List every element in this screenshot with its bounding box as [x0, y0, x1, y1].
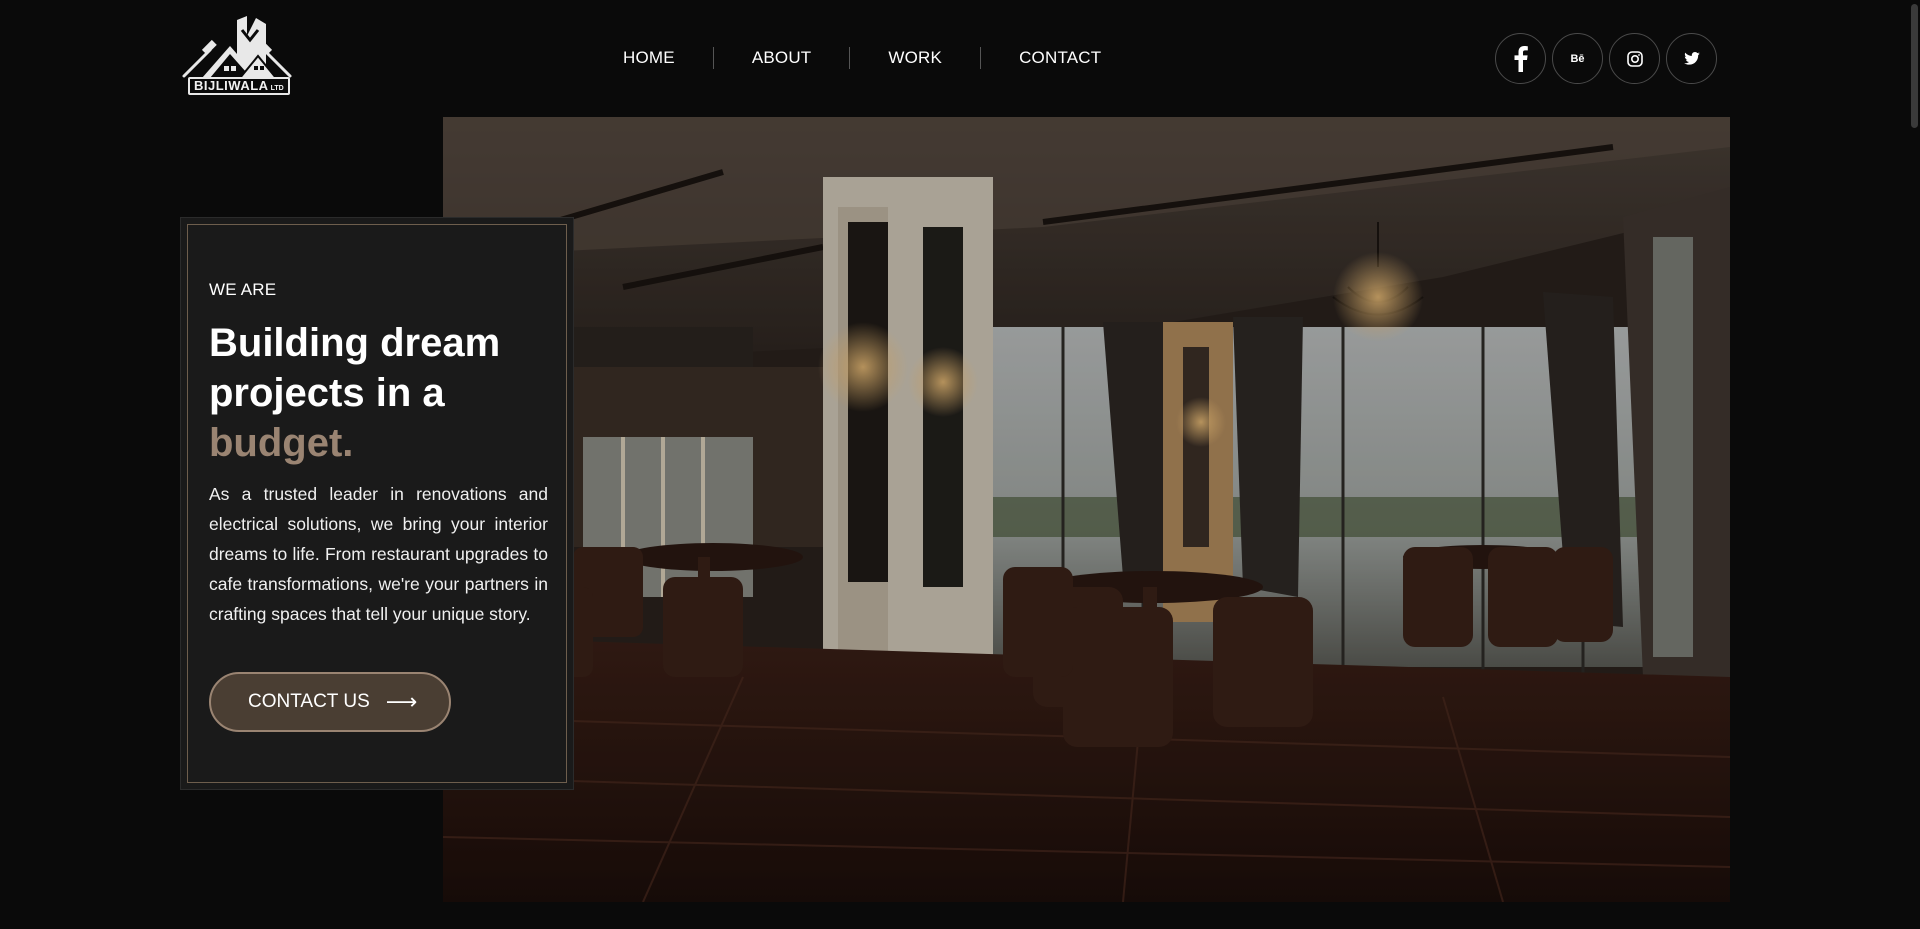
nav-divider: [849, 47, 851, 69]
twitter-icon: [1683, 52, 1700, 65]
scrollbar-thumb[interactable]: [1911, 4, 1918, 128]
instagram-icon: [1626, 50, 1643, 67]
nav-contact[interactable]: CONTACT: [1019, 48, 1101, 68]
instagram-link[interactable]: [1609, 33, 1660, 84]
contact-us-button[interactable]: CONTACT US ⟶: [209, 672, 451, 732]
brand-name: BIJLIWALA: [194, 78, 269, 93]
contact-us-label: CONTACT US: [248, 691, 370, 712]
brand-suffix: LTD: [270, 85, 284, 92]
page-scrollbar[interactable]: [1909, 0, 1920, 929]
main-nav: HOME ABOUT WORK CONTACT: [623, 44, 1101, 72]
social-links: Bē: [1495, 33, 1717, 84]
brand-wordmark: BIJLIWALA LTD: [188, 77, 290, 95]
hero-title-line2: projects in a: [209, 371, 445, 415]
nav-about[interactable]: ABOUT: [752, 48, 812, 68]
twitter-link[interactable]: [1666, 33, 1717, 84]
behance-icon: Bē: [1570, 52, 1585, 65]
nav-home[interactable]: HOME: [623, 48, 675, 68]
hero-title-line1: Building dream: [209, 321, 501, 365]
house-with-tools-logo-icon: [182, 16, 292, 79]
hero-title: Building dream projects in a budget.: [209, 318, 549, 468]
nav-divider: [980, 47, 982, 69]
facebook-icon: [1514, 45, 1528, 72]
hero-kicker: WE ARE: [209, 280, 277, 299]
brand-logo[interactable]: BIJLIWALA LTD: [180, 16, 294, 100]
hero-card: WE ARE Building dream projects in a budg…: [180, 217, 574, 790]
nav-divider: [712, 47, 714, 69]
site-header: BIJLIWALA LTD HOME ABOUT WORK CONTACT Bē: [0, 0, 1920, 117]
nav-work[interactable]: WORK: [888, 48, 942, 68]
behance-link[interactable]: Bē: [1552, 33, 1603, 84]
arrow-right-icon: ⟶: [385, 689, 418, 714]
hero-title-accent: budget.: [209, 421, 354, 465]
dimly-lit-restaurant-interior-image: [443, 117, 1730, 902]
facebook-link[interactable]: [1495, 33, 1546, 84]
hero-description: As a trusted leader in renovations and e…: [209, 484, 548, 624]
